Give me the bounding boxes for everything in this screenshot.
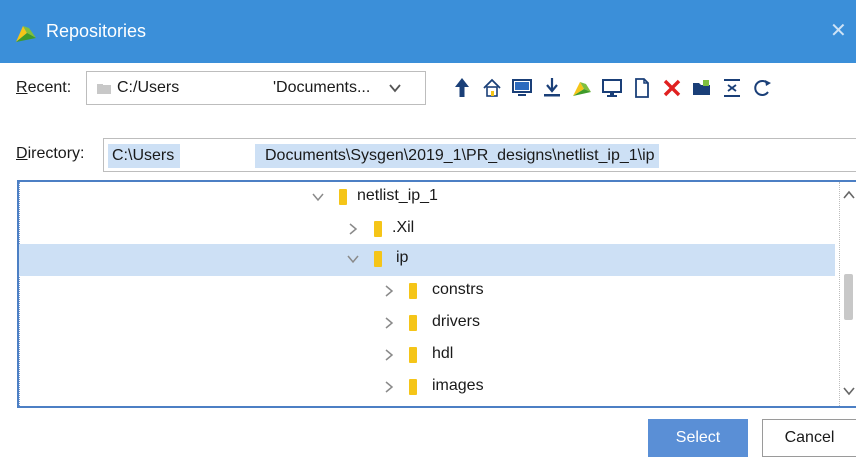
- tree-item-constrs[interactable]: constrs: [19, 276, 835, 308]
- chevron-right-icon[interactable]: [382, 348, 396, 362]
- scroll-up-icon[interactable]: [843, 190, 855, 200]
- tree-item-label: drivers: [432, 313, 481, 330]
- tree-item-xil[interactable]: .Xil: [19, 214, 835, 246]
- vivado-logo-icon: [16, 26, 36, 42]
- recent-dropdown[interactable]: C:/Users 'Documents...: [86, 71, 426, 105]
- chevron-down-icon[interactable]: [346, 252, 360, 266]
- tree-item-label: netlist_ip_1: [357, 187, 438, 204]
- select-button[interactable]: Select: [648, 419, 748, 457]
- cancel-button[interactable]: Cancel: [762, 419, 856, 457]
- new-folder-icon[interactable]: [690, 75, 714, 101]
- directory-label: Directory:: [16, 145, 84, 163]
- folder-icon: [409, 283, 417, 299]
- tree-item-images[interactable]: images: [19, 372, 835, 404]
- chevron-right-icon[interactable]: [382, 284, 396, 298]
- directory-tree[interactable]: netlist_ip_1 .Xil ip constrs drivers hdl…: [17, 180, 856, 408]
- recent-label-text: ecent:: [27, 79, 72, 96]
- home-icon[interactable]: [480, 75, 504, 101]
- folder-icon: [374, 221, 382, 237]
- folder-icon: [409, 379, 417, 395]
- folder-icon: [409, 347, 417, 363]
- download-icon[interactable]: [540, 75, 564, 101]
- tree-item-label: ip: [396, 249, 409, 266]
- directory-label-text: irectory:: [27, 145, 85, 162]
- chevron-right-icon[interactable]: [346, 222, 360, 236]
- tree-item-label: images: [432, 377, 484, 394]
- new-file-icon[interactable]: [630, 75, 654, 101]
- directory-value-left: C:\Users: [108, 144, 181, 168]
- vertical-scrollbar[interactable]: [839, 182, 856, 406]
- tree-item-label: constrs: [432, 281, 484, 298]
- delete-icon[interactable]: [660, 75, 684, 101]
- directory-input[interactable]: C:\Users Documents\Sysgen\2019_1\PR_desi…: [103, 138, 856, 172]
- close-icon[interactable]: ✕: [830, 19, 847, 43]
- recent-label: Recent:: [16, 79, 71, 97]
- chevron-down-icon[interactable]: [311, 190, 325, 204]
- folder-icon: [374, 251, 382, 267]
- chevron-down-icon[interactable]: [387, 80, 403, 96]
- chevron-right-icon[interactable]: [382, 316, 396, 330]
- folder-icon: [97, 84, 111, 94]
- tree-item-label: hdl: [432, 345, 454, 362]
- collapse-icon[interactable]: [720, 75, 744, 101]
- vivado-project-icon[interactable]: [570, 75, 594, 101]
- scroll-down-icon[interactable]: [843, 386, 855, 396]
- refresh-icon[interactable]: [750, 75, 774, 101]
- scrollbar-thumb[interactable]: [844, 274, 853, 320]
- monitor-icon[interactable]: [600, 75, 624, 101]
- directory-label-mnemonic: D: [16, 145, 28, 162]
- recent-label-mnemonic: R: [16, 79, 28, 96]
- tree-item-netlist-ip-1[interactable]: netlist_ip_1: [19, 182, 835, 214]
- up-arrow-icon[interactable]: [450, 75, 474, 101]
- window-title: Repositories: [46, 21, 147, 41]
- chevron-right-icon[interactable]: [382, 380, 396, 394]
- tree-item-ip[interactable]: ip: [19, 244, 835, 276]
- tree-item-label: .Xil: [392, 219, 415, 236]
- folder-icon: [339, 189, 347, 205]
- folder-icon: [409, 315, 417, 331]
- recent-value-right: 'Documents...: [273, 79, 371, 96]
- tree-item-hdl[interactable]: hdl: [19, 340, 835, 372]
- directory-value-right: Documents\Sysgen\2019_1\PR_designs\netli…: [255, 144, 659, 168]
- recent-value-left: C:/Users: [117, 79, 180, 96]
- title-bar: Repositories ✕: [0, 0, 856, 63]
- tree-item-drivers[interactable]: drivers: [19, 308, 835, 340]
- desktop-icon[interactable]: [510, 75, 534, 101]
